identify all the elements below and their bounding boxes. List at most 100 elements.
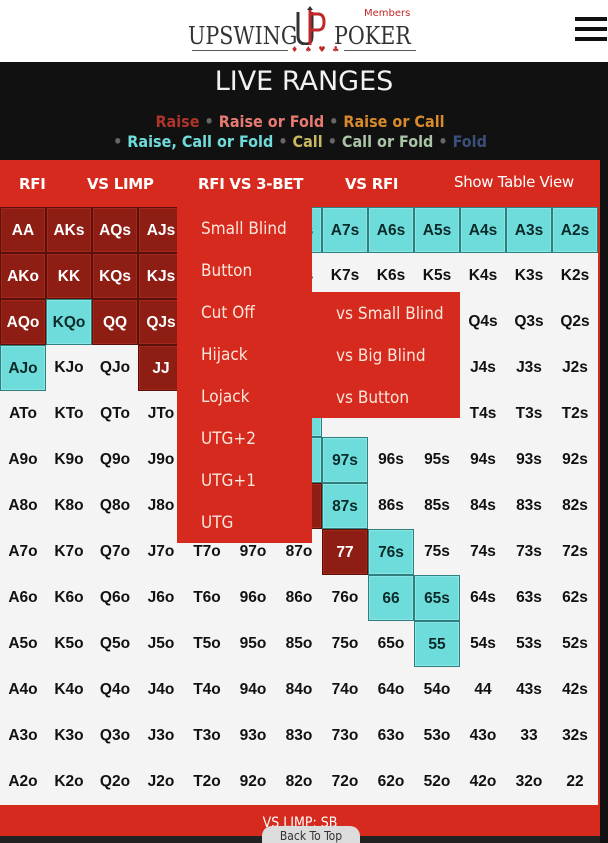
hand-cell[interactable]: 73o: [322, 713, 368, 759]
hand-cell[interactable]: 73s: [506, 529, 552, 575]
hand-cell[interactable]: K6o: [46, 575, 92, 621]
hand-cell[interactable]: 42s: [552, 667, 598, 713]
hand-cell[interactable]: 32o: [506, 759, 552, 805]
hand-cell[interactable]: 43o: [460, 713, 506, 759]
hand-cell[interactable]: 82o: [276, 759, 322, 805]
hand-cell[interactable]: Q6o: [92, 575, 138, 621]
hand-cell[interactable]: KQs: [92, 253, 138, 299]
hand-cell[interactable]: T2o: [184, 759, 230, 805]
hand-cell[interactable]: Q2s: [552, 299, 598, 345]
upswing-poker-logo[interactable]: UPSWING POKER Members ♦ ♠ ♥ ♣: [188, 6, 420, 58]
hand-cell[interactable]: J5o: [138, 621, 184, 667]
hand-cell[interactable]: K3s: [506, 253, 552, 299]
hamburger-menu-icon[interactable]: [575, 17, 607, 43]
hand-cell[interactable]: K5o: [46, 621, 92, 667]
hand-cell[interactable]: QQ: [92, 299, 138, 345]
hand-cell[interactable]: 63o: [368, 713, 414, 759]
hand-cell[interactable]: A7o: [0, 529, 46, 575]
hand-cell[interactable]: Q3s: [506, 299, 552, 345]
hand-cell[interactable]: 72s: [552, 529, 598, 575]
menu-item-cut-off[interactable]: Cut Off: [201, 303, 255, 323]
menu-item-utg[interactable]: UTG: [201, 513, 233, 533]
hand-cell[interactable]: 65o: [368, 621, 414, 667]
hand-cell[interactable]: A8o: [0, 483, 46, 529]
hand-cell[interactable]: AQo: [0, 299, 46, 345]
hand-cell[interactable]: K4s: [460, 253, 506, 299]
hand-cell[interactable]: 74o: [322, 667, 368, 713]
hand-cell[interactable]: J4o: [138, 667, 184, 713]
hand-cell[interactable]: 53o: [414, 713, 460, 759]
submenu-item-vs-button[interactable]: vs Button: [336, 388, 409, 408]
hand-cell[interactable]: Q9o: [92, 437, 138, 483]
hand-cell[interactable]: Q4s: [460, 299, 506, 345]
hand-cell[interactable]: 64s: [460, 575, 506, 621]
hand-cell[interactable]: 86o: [276, 575, 322, 621]
menu-item-small-blind[interactable]: Small Blind: [201, 219, 287, 239]
hand-cell[interactable]: 32s: [552, 713, 598, 759]
hand-cell[interactable]: A2s: [552, 207, 598, 253]
hand-cell[interactable]: AKs: [46, 207, 92, 253]
hand-cell[interactable]: J6o: [138, 575, 184, 621]
hand-cell[interactable]: A2o: [0, 759, 46, 805]
hand-cell[interactable]: 65s: [414, 575, 460, 621]
hand-cell[interactable]: 22: [552, 759, 598, 805]
hand-cell[interactable]: 62o: [368, 759, 414, 805]
hand-cell[interactable]: 64o: [368, 667, 414, 713]
tab-vs-limp[interactable]: VS LIMP: [87, 160, 154, 206]
hand-cell[interactable]: 93s: [506, 437, 552, 483]
hand-cell[interactable]: K3o: [46, 713, 92, 759]
hand-cell[interactable]: 95o: [230, 621, 276, 667]
show-table-view-link[interactable]: Show Table View: [454, 160, 574, 206]
hand-cell[interactable]: 63s: [506, 575, 552, 621]
hand-cell[interactable]: 85o: [276, 621, 322, 667]
hand-cell[interactable]: J3o: [138, 713, 184, 759]
submenu-item-vs-big-blind[interactable]: vs Big Blind: [336, 346, 426, 366]
hand-cell[interactable]: 54o: [414, 667, 460, 713]
menu-item-button[interactable]: Button: [201, 261, 252, 281]
hand-cell[interactable]: A4o: [0, 667, 46, 713]
hand-cell[interactable]: 75o: [322, 621, 368, 667]
hand-cell[interactable]: A5o: [0, 621, 46, 667]
hand-cell[interactable]: Q3o: [92, 713, 138, 759]
hand-cell[interactable]: K2o: [46, 759, 92, 805]
hand-cell[interactable]: 86s: [368, 483, 414, 529]
hand-cell[interactable]: A3s: [506, 207, 552, 253]
hand-cell[interactable]: 83s: [506, 483, 552, 529]
back-to-top-button[interactable]: Back To Top: [262, 826, 360, 843]
hand-cell[interactable]: T4o: [184, 667, 230, 713]
hand-cell[interactable]: Q5o: [92, 621, 138, 667]
hand-cell[interactable]: KK: [46, 253, 92, 299]
hand-cell[interactable]: Q2o: [92, 759, 138, 805]
hand-cell[interactable]: AA: [0, 207, 46, 253]
hand-cell[interactable]: QJo: [92, 345, 138, 391]
hand-cell[interactable]: K9o: [46, 437, 92, 483]
hand-cell[interactable]: A5s: [414, 207, 460, 253]
hand-cell[interactable]: T3s: [506, 391, 552, 437]
hand-cell[interactable]: 54s: [460, 621, 506, 667]
hand-cell[interactable]: K2s: [552, 253, 598, 299]
hand-cell[interactable]: 52s: [552, 621, 598, 667]
hand-cell[interactable]: 43s: [506, 667, 552, 713]
hand-cell[interactable]: KJo: [46, 345, 92, 391]
hand-cell[interactable]: 76o: [322, 575, 368, 621]
menu-item-hijack[interactable]: Hijack: [201, 345, 248, 365]
hand-cell[interactable]: A6o: [0, 575, 46, 621]
hand-cell[interactable]: ATo: [0, 391, 46, 437]
hand-cell[interactable]: AKo: [0, 253, 46, 299]
hand-cell[interactable]: A4s: [460, 207, 506, 253]
hand-cell[interactable]: K7o: [46, 529, 92, 575]
hand-cell[interactable]: 87s: [322, 483, 368, 529]
hand-cell[interactable]: T6o: [184, 575, 230, 621]
hand-cell[interactable]: 85s: [414, 483, 460, 529]
menu-item-lojack[interactable]: Lojack: [201, 387, 249, 407]
hand-cell[interactable]: 33: [506, 713, 552, 759]
hand-cell[interactable]: 92o: [230, 759, 276, 805]
hand-cell[interactable]: Q4o: [92, 667, 138, 713]
hand-cell[interactable]: KQo: [46, 299, 92, 345]
hand-cell[interactable]: 55: [414, 621, 460, 667]
hand-cell[interactable]: 97s: [322, 437, 368, 483]
hand-cell[interactable]: 75s: [414, 529, 460, 575]
hand-cell[interactable]: AQs: [92, 207, 138, 253]
hand-cell[interactable]: 84s: [460, 483, 506, 529]
hand-cell[interactable]: A6s: [368, 207, 414, 253]
